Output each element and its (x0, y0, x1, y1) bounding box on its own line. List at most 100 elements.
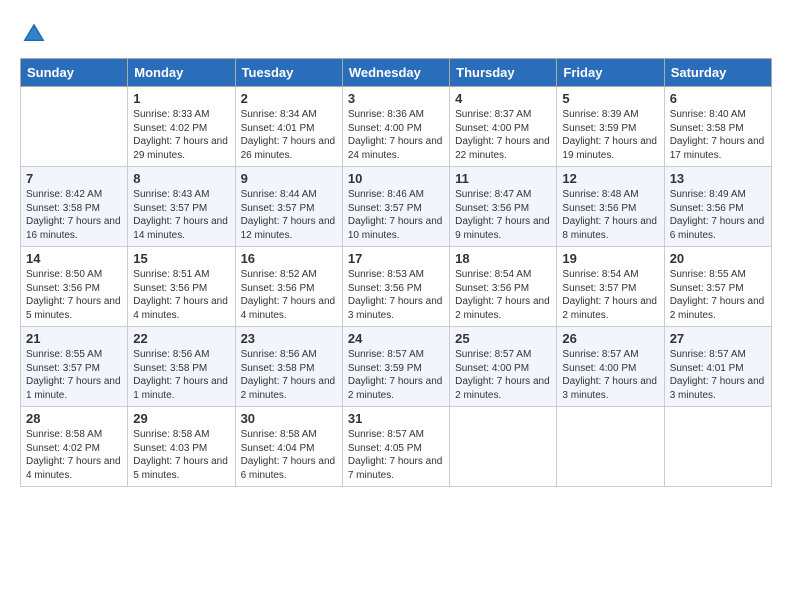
day-number: 12 (562, 171, 658, 186)
calendar-cell: 9 Sunrise: 8:44 AMSunset: 3:57 PMDaylight… (235, 167, 342, 247)
day-number: 8 (133, 171, 229, 186)
calendar-week-row: 7 Sunrise: 8:42 AMSunset: 3:58 PMDaylight… (21, 167, 772, 247)
calendar-cell: 2 Sunrise: 8:34 AMSunset: 4:01 PMDaylight… (235, 87, 342, 167)
day-number: 18 (455, 251, 551, 266)
day-number: 29 (133, 411, 229, 426)
calendar-header-thursday: Thursday (450, 59, 557, 87)
day-info: Sunrise: 8:42 AMSunset: 3:58 PMDaylight:… (26, 188, 122, 242)
calendar-cell: 8Sunrise: 8:43 AMSunset: 3:57 PMDaylight… (128, 167, 235, 247)
calendar-cell: 18Sunrise: 8:54 AMSunset: 3:56 PMDayligh… (450, 247, 557, 327)
calendar-cell: 16Sunrise: 8:52 AMSunset: 3:56 PMDayligh… (235, 247, 342, 327)
day-number: 11 (455, 171, 551, 186)
calendar-cell: 10Sunrise: 8:46 AMSunset: 3:57 PMDayligh… (342, 167, 449, 247)
calendar-week-row: 1Sunrise: 8:33 AMSunset: 4:02 PMDaylight… (21, 87, 772, 167)
day-number: 31 (348, 411, 444, 426)
day-info: Sunrise: 8:57 AMSunset: 4:01 PMDaylight:… (670, 348, 766, 402)
calendar-cell: 1Sunrise: 8:33 AMSunset: 4:02 PMDaylight… (128, 87, 235, 167)
day-info: Sunrise: 8:54 AMSunset: 3:57 PMDaylight:… (562, 268, 658, 322)
calendar-header-friday: Friday (557, 59, 664, 87)
calendar-header-monday: Monday (128, 59, 235, 87)
day-info: Sunrise: 8:58 AMSunset: 4:03 PMDaylight:… (133, 428, 229, 482)
day-info: Sunrise: 8:56 AMSunset: 3:58 PMDaylight:… (241, 348, 337, 402)
calendar-cell: 23 Sunrise: 8:56 AMSunset: 3:58 PMDayligh… (235, 327, 342, 407)
day-number: 27 (670, 331, 766, 346)
day-info: Sunrise: 8:57 AMSunset: 3:59 PMDaylight:… (348, 348, 444, 402)
day-number: 9 (241, 171, 337, 186)
calendar-week-row: 14Sunrise: 8:50 AMSunset: 3:56 PMDayligh… (21, 247, 772, 327)
calendar-cell: 29 Sunrise: 8:58 AMSunset: 4:03 PMDayligh… (128, 407, 235, 487)
day-info: Sunrise: 8:52 AMSunset: 3:56 PMDaylight:… (241, 268, 337, 322)
calendar-cell: 28 Sunrise: 8:58 AMSunset: 4:02 PMDayligh… (21, 407, 128, 487)
calendar-cell: 26 Sunrise: 8:57 AMSunset: 4:00 PMDayligh… (557, 327, 664, 407)
day-info: Sunrise: 8:58 AMSunset: 4:04 PMDaylight:… (241, 428, 337, 482)
day-number: 15 (133, 251, 229, 266)
day-number: 5 (562, 91, 658, 106)
calendar-header-tuesday: Tuesday (235, 59, 342, 87)
calendar-cell: 20 Sunrise: 8:55 AMSunset: 3:57 PMDayligh… (664, 247, 771, 327)
logo (20, 20, 50, 48)
page: SundayMondayTuesdayWednesdayThursdayFrid… (0, 0, 792, 497)
day-info: Sunrise: 8:57 AMSunset: 4:00 PMDaylight:… (562, 348, 658, 402)
calendar-cell: 3Sunrise: 8:36 AMSunset: 4:00 PMDaylight… (342, 87, 449, 167)
calendar-cell (557, 407, 664, 487)
day-info: Sunrise: 8:58 AMSunset: 4:02 PMDaylight:… (26, 428, 122, 482)
day-info: Sunrise: 8:37 AMSunset: 4:00 PMDaylight:… (455, 108, 551, 162)
calendar-week-row: 21 Sunrise: 8:55 AMSunset: 3:57 PMDayligh… (21, 327, 772, 407)
day-number: 28 (26, 411, 122, 426)
day-number: 20 (670, 251, 766, 266)
calendar-cell: 7 Sunrise: 8:42 AMSunset: 3:58 PMDaylight… (21, 167, 128, 247)
day-info: Sunrise: 8:34 AMSunset: 4:01 PMDaylight:… (241, 108, 337, 162)
day-number: 17 (348, 251, 444, 266)
day-number: 25 (455, 331, 551, 346)
day-number: 14 (26, 251, 122, 266)
day-info: Sunrise: 8:47 AMSunset: 3:56 PMDaylight:… (455, 188, 551, 242)
day-number: 21 (26, 331, 122, 346)
day-number: 7 (26, 171, 122, 186)
calendar-header-saturday: Saturday (664, 59, 771, 87)
day-info: Sunrise: 8:48 AMSunset: 3:56 PMDaylight:… (562, 188, 658, 242)
calendar-cell: 22 Sunrise: 8:56 AMSunset: 3:58 PMDayligh… (128, 327, 235, 407)
logo-icon (20, 20, 48, 48)
day-info: Sunrise: 8:56 AMSunset: 3:58 PMDaylight:… (133, 348, 229, 402)
day-number: 3 (348, 91, 444, 106)
day-info: Sunrise: 8:55 AMSunset: 3:57 PMDaylight:… (26, 348, 122, 402)
day-number: 13 (670, 171, 766, 186)
calendar-cell: 14Sunrise: 8:50 AMSunset: 3:56 PMDayligh… (21, 247, 128, 327)
calendar-cell (21, 87, 128, 167)
calendar-cell: 31 Sunrise: 8:57 AMSunset: 4:05 PMDayligh… (342, 407, 449, 487)
day-info: Sunrise: 8:57 AMSunset: 4:05 PMDaylight:… (348, 428, 444, 482)
calendar-cell: 24 Sunrise: 8:57 AMSunset: 3:59 PMDayligh… (342, 327, 449, 407)
day-number: 2 (241, 91, 337, 106)
calendar-cell: 25Sunrise: 8:57 AMSunset: 4:00 PMDayligh… (450, 327, 557, 407)
calendar-cell: 27 Sunrise: 8:57 AMSunset: 4:01 PMDayligh… (664, 327, 771, 407)
calendar-cell: 13 Sunrise: 8:49 AMSunset: 3:56 PMDayligh… (664, 167, 771, 247)
day-number: 23 (241, 331, 337, 346)
calendar-cell: 17Sunrise: 8:53 AMSunset: 3:56 PMDayligh… (342, 247, 449, 327)
calendar-cell (450, 407, 557, 487)
day-number: 30 (241, 411, 337, 426)
day-number: 6 (670, 91, 766, 106)
calendar-cell: 19Sunrise: 8:54 AMSunset: 3:57 PMDayligh… (557, 247, 664, 327)
day-number: 22 (133, 331, 229, 346)
day-info: Sunrise: 8:33 AMSunset: 4:02 PMDaylight:… (133, 108, 229, 162)
day-info: Sunrise: 8:44 AMSunset: 3:57 PMDaylight:… (241, 188, 337, 242)
calendar-table: SundayMondayTuesdayWednesdayThursdayFrid… (20, 58, 772, 487)
day-info: Sunrise: 8:49 AMSunset: 3:56 PMDaylight:… (670, 188, 766, 242)
header (20, 20, 772, 48)
calendar-header-wednesday: Wednesday (342, 59, 449, 87)
calendar-cell: 11 Sunrise: 8:47 AMSunset: 3:56 PMDayligh… (450, 167, 557, 247)
day-info: Sunrise: 8:46 AMSunset: 3:57 PMDaylight:… (348, 188, 444, 242)
calendar-cell: 15 Sunrise: 8:51 AMSunset: 3:56 PMDayligh… (128, 247, 235, 327)
day-info: Sunrise: 8:55 AMSunset: 3:57 PMDaylight:… (670, 268, 766, 322)
calendar-cell: 30 Sunrise: 8:58 AMSunset: 4:04 PMDayligh… (235, 407, 342, 487)
calendar-header-sunday: Sunday (21, 59, 128, 87)
calendar-cell: 5Sunrise: 8:39 AMSunset: 3:59 PMDaylight… (557, 87, 664, 167)
day-number: 24 (348, 331, 444, 346)
day-number: 4 (455, 91, 551, 106)
day-number: 26 (562, 331, 658, 346)
calendar-cell: 4 Sunrise: 8:37 AMSunset: 4:00 PMDaylight… (450, 87, 557, 167)
calendar-cell (664, 407, 771, 487)
day-info: Sunrise: 8:40 AMSunset: 3:58 PMDaylight:… (670, 108, 766, 162)
calendar-cell: 6 Sunrise: 8:40 AMSunset: 3:58 PMDaylight… (664, 87, 771, 167)
day-info: Sunrise: 8:51 AMSunset: 3:56 PMDaylight:… (133, 268, 229, 322)
